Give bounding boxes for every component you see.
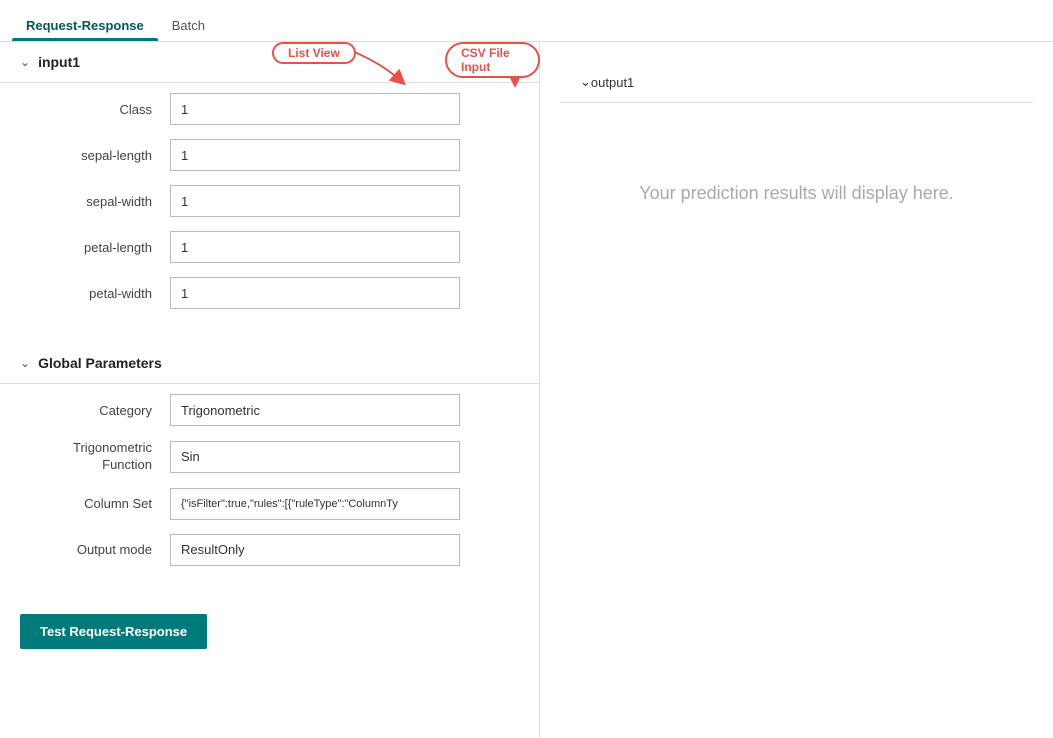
label-class: Class	[40, 102, 170, 117]
list-view-button[interactable]	[457, 48, 485, 76]
tab-batch[interactable]: Batch	[158, 8, 219, 41]
label-output-mode: Output mode	[40, 542, 170, 557]
input-category[interactable]	[170, 394, 460, 426]
input-fields: Class sepal-length sepal-width petal-len…	[0, 83, 539, 333]
input-column-set[interactable]	[170, 488, 460, 520]
input-class[interactable]	[170, 93, 460, 125]
field-row-petal-length: petal-length	[40, 231, 499, 263]
left-panel: ⌄ input1	[0, 42, 540, 738]
label-petal-width: petal-width	[40, 286, 170, 301]
field-row-class: Class	[40, 93, 499, 125]
field-row-sepal-length: sepal-length	[40, 139, 499, 171]
input-sepal-width[interactable]	[170, 185, 460, 217]
input-petal-width[interactable]	[170, 277, 460, 309]
global-fields: Category TrigonometricFunction Column Se…	[0, 384, 539, 590]
output-chevron-icon[interactable]: ⌄	[580, 74, 591, 90]
label-column-set: Column Set	[40, 496, 170, 511]
input-section-header: ⌄ input1	[0, 42, 539, 83]
field-row-column-set: Column Set	[40, 488, 499, 520]
global-section-title: Global Parameters	[38, 355, 162, 371]
field-row-category: Category	[40, 394, 499, 426]
right-panel: ⌄ output1 Your prediction results will d…	[540, 42, 1053, 738]
global-section-header: ⌄ Global Parameters	[0, 343, 539, 384]
tab-bar: Request-Response Batch	[0, 0, 1053, 42]
field-row-sepal-width: sepal-width	[40, 185, 499, 217]
input-section-title: input1	[38, 54, 80, 70]
input-chevron-icon[interactable]: ⌄	[20, 55, 30, 69]
field-row-output-mode: Output mode	[40, 534, 499, 566]
label-sepal-width: sepal-width	[40, 194, 170, 209]
label-sepal-length: sepal-length	[40, 148, 170, 163]
csv-file-input-button[interactable]	[491, 48, 519, 76]
output-section-title: output1	[591, 75, 634, 90]
tab-request-response[interactable]: Request-Response	[12, 8, 158, 41]
prediction-placeholder: Your prediction results will display her…	[560, 163, 1033, 224]
label-petal-length: petal-length	[40, 240, 170, 255]
input-output-mode[interactable]	[170, 534, 460, 566]
input-icon-buttons	[457, 48, 519, 76]
input-petal-length[interactable]	[170, 231, 460, 263]
input-trig-function[interactable]	[170, 441, 460, 473]
label-trig-function: TrigonometricFunction	[40, 440, 170, 474]
main-content: ⌄ input1	[0, 42, 1053, 738]
field-row-trig-function: TrigonometricFunction	[40, 440, 499, 474]
label-category: Category	[40, 403, 170, 418]
output-section-header: ⌄ output1	[560, 62, 1033, 103]
input-sepal-length[interactable]	[170, 139, 460, 171]
global-chevron-icon[interactable]: ⌄	[20, 356, 30, 370]
test-request-response-button[interactable]: Test Request-Response	[20, 614, 207, 649]
field-row-petal-width: petal-width	[40, 277, 499, 309]
